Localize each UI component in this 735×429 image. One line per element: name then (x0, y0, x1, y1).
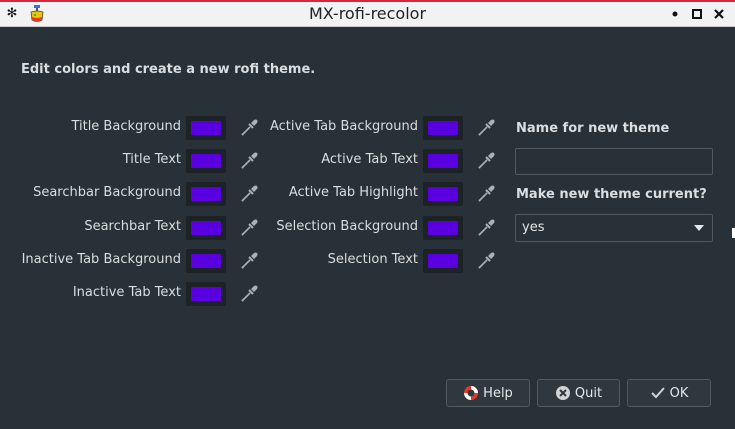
eyedropper-icon[interactable] (477, 152, 495, 170)
theme-name-input[interactable] (515, 148, 713, 175)
ok-button[interactable]: OK (627, 379, 711, 407)
eyedropper-icon[interactable] (240, 152, 258, 170)
color-swatch (428, 187, 458, 201)
middle_colors-label: Selection Text (327, 252, 418, 267)
close-icon[interactable] (711, 6, 727, 22)
left_colors-color-button[interactable] (186, 249, 226, 273)
eyedropper-icon[interactable] (240, 185, 258, 203)
eyedropper-icon[interactable] (240, 119, 258, 137)
middle_colors-label: Active Tab Background (269, 119, 418, 134)
make-current-label: Make new theme current? (516, 187, 707, 202)
color-swatch (191, 254, 221, 268)
left_colors-label: Title Background (71, 119, 181, 134)
color-swatch (428, 254, 458, 268)
color-swatch (191, 221, 221, 235)
middle_colors-color-button[interactable] (423, 116, 463, 140)
window-title: MX-rofi-recolor (308, 4, 427, 23)
quit-button[interactable]: Quit (537, 379, 620, 407)
left_colors-label: Title Text (122, 152, 181, 167)
color-swatch (428, 121, 458, 135)
lifebuoy-icon (464, 386, 479, 400)
page-heading: Edit colors and create a new rofi theme. (21, 62, 316, 77)
middle_colors-color-button[interactable] (423, 182, 463, 206)
help-button-label: Help (483, 385, 513, 401)
color-swatch (191, 154, 221, 168)
color-swatch (428, 154, 458, 168)
make-current-value: yes (522, 220, 545, 235)
quit-button-label: Quit (574, 385, 603, 401)
left_colors-color-button[interactable] (186, 182, 226, 206)
color-swatch (191, 121, 221, 135)
left_colors-label: Inactive Tab Text (72, 285, 181, 300)
left_colors-label: Searchbar Background (33, 185, 181, 200)
color-swatch (428, 221, 458, 235)
minimize-icon[interactable] (667, 6, 683, 22)
middle_colors-color-button[interactable] (423, 216, 463, 240)
make-current-select[interactable]: yes (515, 214, 713, 242)
ok-button-label: OK (669, 385, 689, 401)
left_colors-color-button[interactable] (186, 149, 226, 173)
maximize-icon[interactable] (689, 6, 705, 22)
theme-name-label: Name for new theme (516, 121, 670, 136)
left_colors-color-button[interactable] (186, 216, 226, 240)
eyedropper-icon[interactable] (477, 252, 495, 270)
eyedropper-icon[interactable] (477, 119, 495, 137)
quit-icon (555, 386, 570, 400)
left_colors-color-button[interactable] (186, 116, 226, 140)
checkmark-icon (650, 387, 665, 399)
left_colors-label: Inactive Tab Background (21, 252, 181, 267)
middle_colors-color-button[interactable] (423, 149, 463, 173)
middle_colors-label: Active Tab Highlight (288, 185, 418, 200)
eyedropper-icon[interactable] (240, 285, 258, 303)
left_colors-color-button[interactable] (186, 282, 226, 306)
window-titlebar[interactable]: ✻ MX-rofi-recolor (0, 2, 735, 27)
middle_colors-label: Active Tab Text (321, 152, 418, 167)
eyedropper-icon[interactable] (477, 219, 495, 237)
eyedropper-icon[interactable] (240, 219, 258, 237)
left_colors-label: Searchbar Text (84, 219, 181, 234)
help-button[interactable]: Help (446, 379, 530, 407)
chevron-down-icon (694, 225, 704, 231)
color-swatch (191, 287, 221, 301)
color-swatch (191, 187, 221, 201)
eyedropper-icon[interactable] (240, 252, 258, 270)
middle_colors-color-button[interactable] (423, 249, 463, 273)
middle_colors-label: Selection Background (276, 219, 418, 234)
eyedropper-icon[interactable] (477, 185, 495, 203)
